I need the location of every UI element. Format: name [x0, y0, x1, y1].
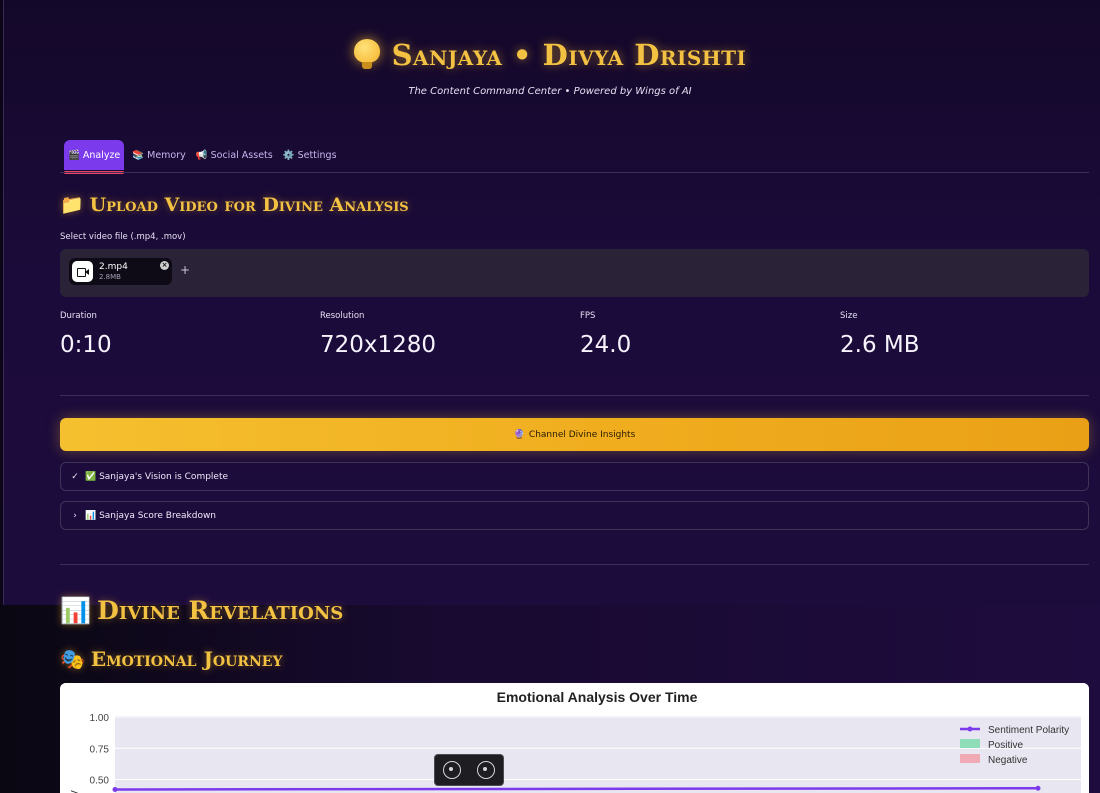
journey-section-title: 🎭 Emotional Journey: [60, 647, 282, 671]
file-dropzone[interactable]: 2.mp4 2.8MB × +: [60, 249, 1089, 297]
video-camera-icon: [72, 261, 93, 282]
crystal-ball-icon: 🔮: [513, 429, 525, 440]
chevron-right-icon: ›: [73, 510, 77, 521]
lightbulb-icon: [353, 39, 380, 69]
y-tick-label: 1.00: [90, 713, 110, 724]
y-tick-label: 0.75: [90, 744, 110, 755]
file-size: 2.8MB: [99, 273, 121, 281]
tab-label: Social Assets: [210, 149, 273, 161]
file-name: 2.mp4: [99, 262, 128, 272]
metric-label: Resolution: [320, 311, 365, 321]
metric-fps: FPS 24.0: [580, 311, 631, 358]
metric-value: 720x1280: [320, 332, 437, 358]
score-breakdown-expander[interactable]: › 📊 Sanjaya Score Breakdown: [60, 501, 1089, 530]
bar-chart-icon: 📊: [60, 596, 92, 625]
legend-swatch-positive: [960, 739, 980, 748]
file-input-label: Select video file (.mp4, .mov): [60, 232, 186, 242]
data-point[interactable]: [1035, 785, 1041, 791]
folder-icon: 📁: [60, 194, 84, 216]
emotion-chart[interactable]: Emotional Analysis Over Time y 1.00 0.75 0…: [60, 683, 1089, 793]
theater-masks-icon: 🎭: [60, 647, 85, 671]
upload-title-text: Upload Video for Divine Analysis: [89, 194, 409, 216]
app-title: Sanjaya • Divya Drishti: [0, 38, 1100, 72]
legend-label-negative: Negative: [988, 755, 1028, 766]
expander-label: 📊 Sanjaya Score Breakdown: [85, 510, 217, 521]
tab-bar: 🎬 Analyze 📚 Memory 📢 Social Assets ⚙️ Settin…: [64, 140, 339, 174]
metric-label: Size: [840, 311, 858, 321]
channel-insights-button[interactable]: 🔮 Channel Divine Insights: [60, 418, 1089, 451]
gear-icon: ⚙️: [282, 149, 295, 161]
redo-icon[interactable]: [477, 761, 495, 779]
revelations-title-text: Divine Revelations: [97, 596, 344, 625]
tab-analyze[interactable]: 🎬 Analyze: [64, 140, 125, 174]
app-subtitle: The Content Command Center • Powered by …: [408, 86, 692, 97]
legend-label-positive: Positive: [988, 740, 1023, 751]
metric-label: FPS: [580, 311, 596, 321]
undo-icon[interactable]: [443, 761, 461, 779]
expander-label: ✅ Sanjaya's Vision is Complete: [85, 471, 229, 482]
app-header: Sanjaya • Divya Drishti The Content Comm…: [0, 38, 1100, 97]
metric-value: 2.6 MB: [840, 332, 920, 358]
chart-title: Emotional Analysis Over Time: [497, 689, 698, 705]
metric-value: 24.0: [580, 332, 632, 358]
revelations-section-title: 📊 Divine Revelations: [60, 596, 343, 626]
chart-toolbar: [434, 754, 504, 786]
app-title-text: Sanjaya • Divya Drishti: [391, 38, 747, 72]
megaphone-icon: 📢: [195, 149, 208, 161]
clapperboard-icon: 🎬: [68, 149, 80, 161]
y-tick-label: 0.50: [90, 776, 110, 787]
uploaded-file-chip[interactable]: 2.mp4 2.8MB ×: [69, 258, 172, 285]
emotion-chart-svg: Emotional Analysis Over Time y 1.000.750…: [60, 683, 1089, 793]
metric-size: Size 2.6 MB: [840, 311, 920, 358]
section-divider: [60, 395, 1089, 396]
vision-complete-expander[interactable]: ✓ ✅ Sanjaya's Vision is Complete: [60, 462, 1089, 491]
tab-divider: [60, 172, 1089, 173]
add-file-button[interactable]: +: [180, 263, 190, 277]
remove-file-icon[interactable]: ×: [160, 261, 169, 270]
tab-label: Analyze: [82, 149, 121, 161]
series-line-polarity: [114, 787, 1039, 791]
metric-value: 0:10: [60, 332, 112, 358]
upload-section-title: 📁 Upload Video for Divine Analysis: [60, 193, 409, 216]
tab-social-assets[interactable]: 📢 Social Assets: [194, 140, 275, 170]
tab-settings[interactable]: ⚙️ Settings: [281, 140, 339, 170]
tab-memory[interactable]: 📚 Memory: [130, 140, 187, 170]
section-divider: [60, 564, 1089, 565]
legend-label-polarity: Sentiment Polarity: [988, 725, 1069, 736]
data-point[interactable]: [112, 787, 118, 792]
journey-title-text: Emotional Journey: [90, 647, 283, 671]
metric-duration: Duration 0:10: [60, 311, 112, 358]
tab-label: Memory: [147, 149, 186, 161]
metric-resolution: Resolution 720x1280: [320, 311, 436, 358]
tab-label: Settings: [297, 149, 337, 161]
plot-area: [115, 716, 1081, 793]
books-icon: 📚: [132, 149, 145, 161]
check-icon: ✓: [71, 471, 79, 482]
button-label: Channel Divine Insights: [528, 429, 636, 440]
metric-label: Duration: [60, 311, 97, 321]
legend-marker: [967, 726, 973, 732]
legend-swatch-negative: [960, 754, 980, 763]
